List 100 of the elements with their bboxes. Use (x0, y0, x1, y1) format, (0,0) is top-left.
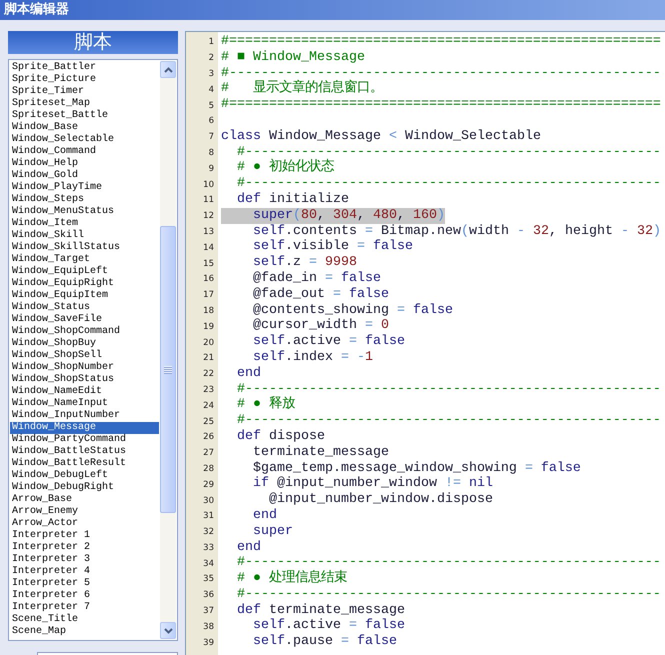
code-line: def initialize (236, 192, 349, 208)
script-item[interactable]: Scene_Map (10, 626, 159, 638)
code-line: # ● 处理信息结束 (236, 571, 347, 587)
line-number: 5 (208, 100, 214, 112)
script-item[interactable]: Window_ShopNumber (10, 362, 159, 374)
line-number: 27 (203, 447, 214, 460)
script-item[interactable]: Interpreter 2 (10, 542, 159, 554)
script-item[interactable]: Interpreter 5 (10, 578, 159, 590)
script-item[interactable]: Window_BattleResult (10, 458, 159, 470)
line-number: 31 (203, 510, 214, 522)
script-item[interactable]: Window_Base (10, 122, 159, 134)
caret-down-icon (164, 628, 172, 634)
code-line: @fade_out = false (252, 286, 389, 303)
script-item[interactable]: Arrow_Base (10, 494, 159, 506)
code-editor[interactable] (185, 31, 665, 655)
name-field[interactable] (37, 652, 178, 655)
line-number: 22 (203, 368, 214, 380)
line-number: 10 (203, 178, 214, 191)
script-item[interactable]: Window_Message (10, 422, 159, 434)
script-item[interactable]: Window_MenuStatus (10, 206, 159, 218)
script-item[interactable]: Window_Steps (10, 194, 159, 206)
script-item[interactable]: Spriteset_Battle (10, 110, 159, 122)
script-item[interactable]: Interpreter 4 (10, 566, 159, 578)
line-number: 8 (208, 146, 214, 159)
script-item[interactable]: Window_ShopStatus (10, 374, 159, 386)
line-number: 12 (203, 210, 214, 222)
script-item[interactable]: Window_EquipRight (10, 278, 159, 290)
line-number: 32 (203, 526, 214, 538)
line-number: 33 (203, 542, 214, 554)
script-item[interactable]: Sprite_Timer (10, 86, 159, 98)
code-line: @input_number_window.dispose (268, 492, 493, 508)
script-item[interactable]: Interpreter 1 (10, 530, 159, 542)
code-line: # ● 初始化状态 (236, 160, 334, 176)
script-item[interactable]: Window_PartyCommand (10, 434, 159, 446)
line-number: 16 (203, 273, 214, 286)
script-item[interactable]: Sprite_Picture (10, 74, 159, 86)
code-line: end (236, 540, 261, 556)
script-item[interactable]: Window_Command (10, 146, 159, 158)
script-item[interactable]: Window_ShopSell (10, 350, 159, 362)
line-number: 29 (203, 478, 214, 491)
line-number: 24 (203, 400, 214, 412)
grip-icon (164, 366, 172, 374)
code-line: #---------------------------------------------------- (236, 586, 661, 603)
script-item[interactable]: Spriteset_Map (10, 98, 159, 110)
line-number: 30 (203, 494, 214, 506)
line-number: 37 (203, 605, 214, 618)
script-item[interactable]: Window_NameInput (10, 398, 159, 410)
line-number: 20 (203, 336, 214, 349)
script-item[interactable]: Window_ShopCommand (10, 326, 159, 338)
script-item[interactable]: Window_Status (10, 302, 159, 314)
script-item[interactable]: Window_DebugLeft (10, 470, 159, 482)
panel-header: 脚本 (8, 31, 178, 54)
scroll-up-button[interactable] (160, 61, 176, 78)
line-number: 25 (203, 416, 214, 428)
script-item[interactable]: Window_EquipLeft (10, 266, 159, 278)
script-item[interactable]: Window_SaveFile (10, 314, 159, 326)
script-item[interactable]: Window_DebugRight (10, 482, 159, 494)
script-item[interactable]: Window_BattleStatus (10, 446, 159, 458)
script-item[interactable]: Window_Selectable (10, 134, 159, 146)
line-number: 38 (203, 620, 214, 633)
line-number: 4 (208, 84, 214, 96)
code-line: # 显示文章的信息窗口。 (221, 81, 383, 98)
script-item[interactable]: Arrow_Enemy (10, 506, 159, 518)
script-item[interactable]: Scene_Title (10, 614, 159, 626)
script-item[interactable]: Arrow_Actor (10, 518, 159, 530)
scrollbar[interactable] (160, 61, 176, 639)
line-number: 35 (203, 573, 214, 586)
line-number: 7 (208, 131, 214, 144)
code-line: def terminate_message (236, 602, 405, 618)
script-item[interactable]: Window_InputNumber (10, 410, 159, 422)
scroll-down-button[interactable] (160, 622, 176, 639)
script-item[interactable]: Window_ShopBuy (10, 338, 159, 350)
line-number: 34 (203, 558, 214, 570)
code-line: def dispose (236, 428, 325, 445)
script-item[interactable]: Interpreter 6 (10, 590, 159, 602)
code-line: self.index = -1 (252, 350, 373, 366)
script-item[interactable]: Window_Target (10, 254, 159, 266)
code-line: #---------------------------------------------------- (236, 382, 661, 397)
script-item[interactable]: Window_Gold (10, 170, 159, 182)
code-line: #====================================================== (221, 34, 661, 50)
code-line: self.pause = false (252, 634, 397, 650)
line-number: 15 (203, 258, 214, 270)
script-item[interactable]: Window_EquipItem (10, 290, 159, 302)
script-item[interactable]: Window_SkillStatus (10, 242, 159, 254)
code-line: #---------------------------------------------------- (236, 555, 661, 570)
line-number: 19 (203, 320, 214, 333)
script-item[interactable]: Window_PlayTime (10, 182, 159, 194)
scrollbar-thumb[interactable] (160, 226, 176, 513)
script-item[interactable]: Window_NameEdit (10, 386, 159, 398)
script-item[interactable]: Interpreter 3 (10, 554, 159, 566)
code-line: # ■ Window_Message (221, 50, 365, 66)
line-number: 23 (203, 384, 214, 396)
script-item[interactable]: Window_Skill (10, 230, 159, 242)
script-item[interactable]: Sprite_Battler (10, 62, 159, 74)
code-line: self.z = 9998 (252, 255, 357, 271)
script-item[interactable]: Window_Help (10, 158, 159, 170)
script-item[interactable]: Window_Item (10, 218, 159, 230)
script-item[interactable]: Interpreter 7 (10, 602, 159, 614)
code-line: #---------------------------------------------------- (236, 144, 661, 160)
window-title: 脚本编辑器 (4, 2, 69, 18)
